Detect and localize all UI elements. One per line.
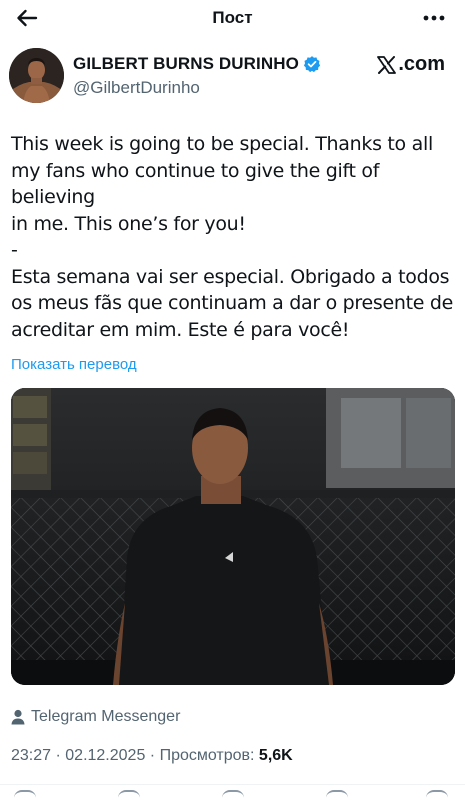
tweet-meta: 23:27 · 02.12.2025 · Просмотров: 5,6K bbox=[11, 747, 293, 765]
meta-separator: · bbox=[51, 747, 66, 764]
person-icon bbox=[11, 709, 25, 725]
author-handle[interactable]: @GilbertDurinho bbox=[73, 78, 321, 98]
reply-icon[interactable] bbox=[14, 790, 36, 800]
show-translation-link[interactable]: Показать перевод bbox=[11, 356, 137, 373]
watermark-label: .com bbox=[398, 53, 445, 75]
views-label: Просмотров: bbox=[159, 747, 259, 764]
avatar[interactable] bbox=[9, 48, 64, 103]
display-name-line[interactable]: GILBERT BURNS DURINHO bbox=[73, 54, 321, 74]
bookmark-icon[interactable] bbox=[326, 790, 348, 800]
x-com-watermark: .com bbox=[377, 53, 445, 76]
author-row: GILBERT BURNS DURINHO @GilbertDurinho .c… bbox=[9, 48, 459, 106]
meta-separator: · bbox=[145, 747, 160, 764]
photo-image bbox=[11, 388, 455, 685]
top-bar: Пост bbox=[0, 0, 465, 36]
author-names: GILBERT BURNS DURINHO @GilbertDurinho bbox=[73, 54, 321, 98]
tweet-source[interactable]: Telegram Messenger bbox=[11, 708, 180, 726]
x-logo-icon bbox=[377, 55, 397, 74]
like-icon[interactable] bbox=[222, 790, 244, 800]
more-options-button[interactable] bbox=[421, 6, 447, 30]
tweet-date[interactable]: 02.12.2025 bbox=[65, 747, 145, 764]
divider bbox=[0, 784, 465, 785]
share-icon[interactable] bbox=[426, 790, 448, 800]
page-title: Пост bbox=[212, 8, 253, 27]
verified-badge-icon bbox=[303, 56, 321, 73]
tweet-time[interactable]: 23:27 bbox=[11, 747, 51, 764]
display-name: GILBERT BURNS DURINHO bbox=[73, 54, 299, 73]
retweet-icon[interactable] bbox=[118, 790, 140, 800]
tweet-photo[interactable] bbox=[11, 388, 455, 685]
tweet-text: This week is going to be special. Thanks… bbox=[11, 133, 454, 341]
source-label: Telegram Messenger bbox=[31, 708, 181, 725]
more-horizontal-icon bbox=[423, 15, 445, 21]
views-count[interactable]: 5,6K bbox=[259, 747, 293, 764]
